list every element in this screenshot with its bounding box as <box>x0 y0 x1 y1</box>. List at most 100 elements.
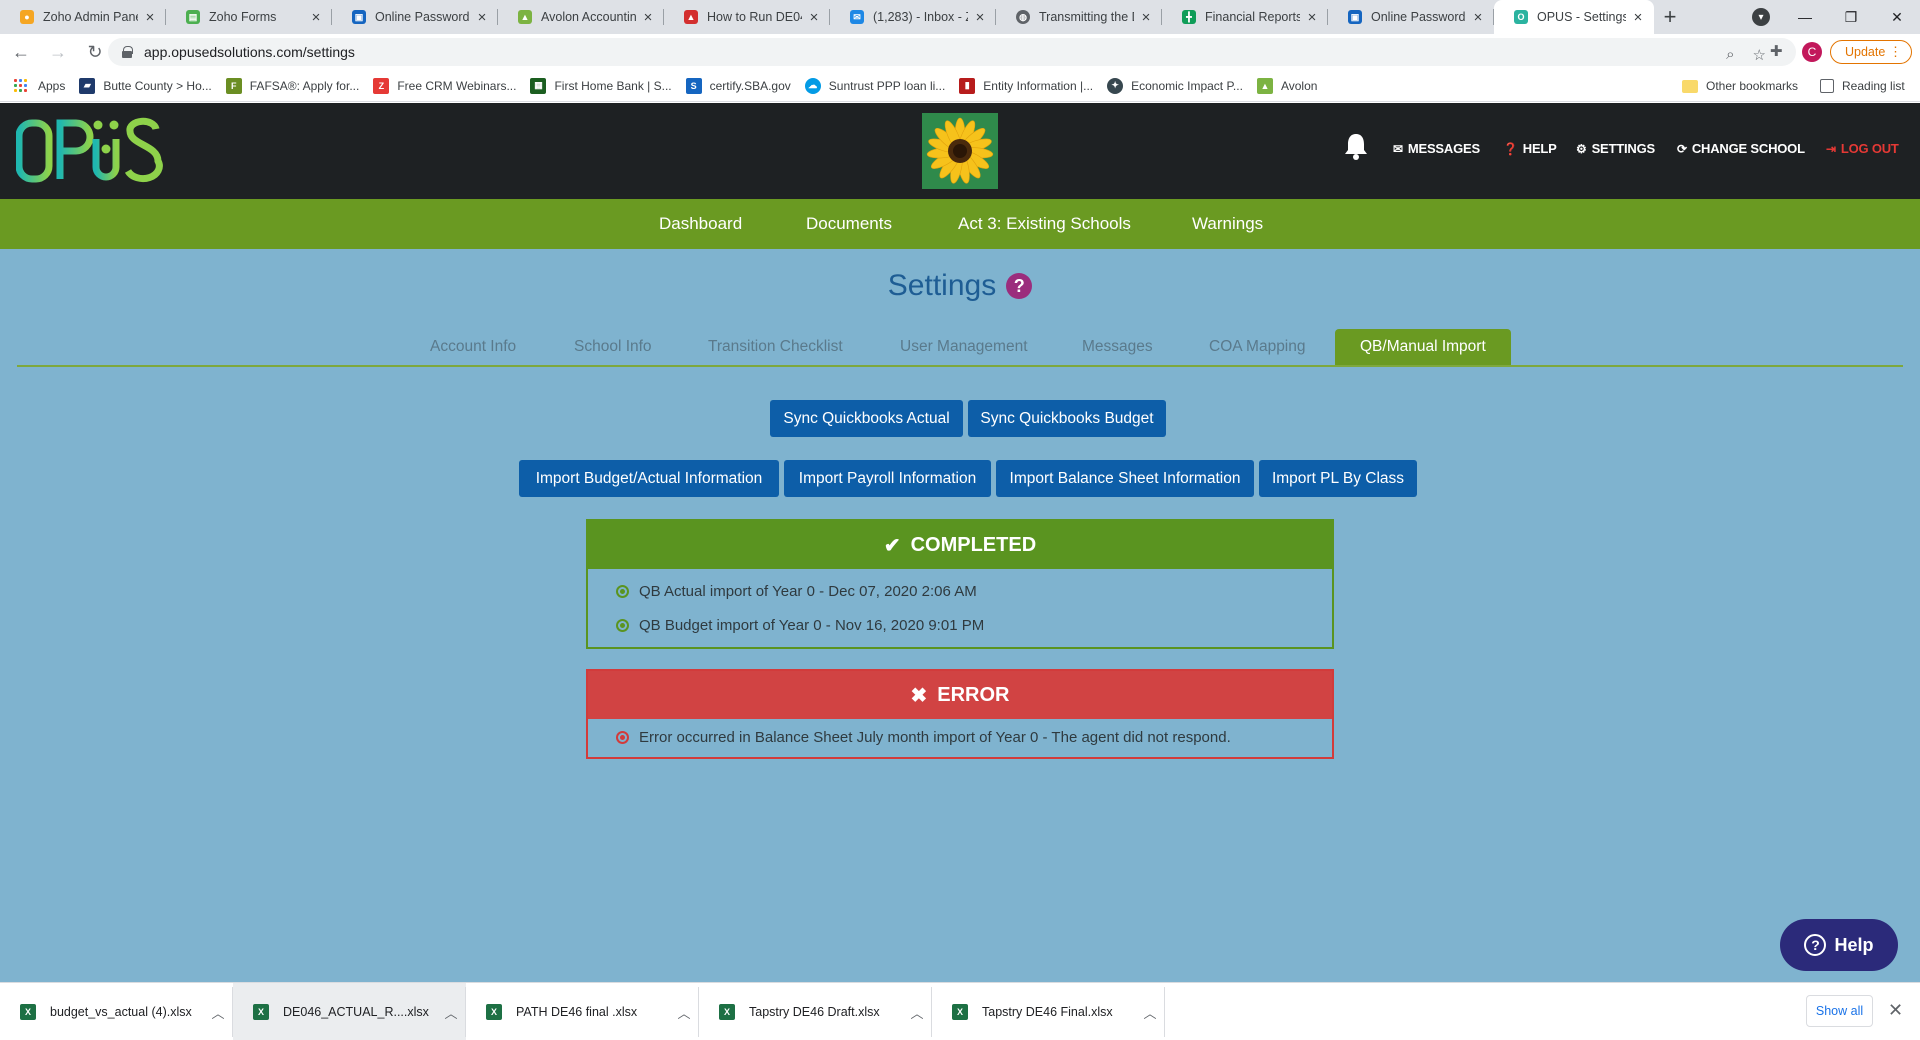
import-balance-sheet-button[interactable]: Import Balance Sheet Information <box>996 460 1254 497</box>
new-tab-button[interactable]: + <box>1654 0 1686 34</box>
nav-documents[interactable]: Documents <box>806 214 892 234</box>
browser-tab[interactable]: ╋ Financial Reports - × <box>1162 0 1328 34</box>
address-bar[interactable]: app.opusedsolutions.com/settings ⌕ ☆ <box>108 38 1796 66</box>
browser-tab[interactable]: ✉ (1,283) - Inbox - Zo × <box>830 0 996 34</box>
close-icon[interactable]: × <box>640 9 656 26</box>
help-link[interactable]: ❓ HELP <box>1503 141 1557 156</box>
chevron-up-icon[interactable]: ︿ <box>1135 1003 1165 1022</box>
tab-qb-manual-import[interactable]: QB/Manual Import <box>1335 329 1511 365</box>
browser-tab[interactable]: ◍ Transmitting the D × <box>996 0 1162 34</box>
bookmark-apps[interactable]: Apps <box>14 78 65 93</box>
close-icon[interactable]: × <box>1470 9 1486 26</box>
download-item[interactable]: X PATH DE46 final .xlsx ︿ <box>466 983 699 1040</box>
bell-icon[interactable] <box>1342 131 1370 161</box>
tab-coa-mapping[interactable]: COA Mapping <box>1209 329 1306 365</box>
bookmark-label: First Home Bank | S... <box>554 78 672 93</box>
import-pl-by-class-button[interactable]: Import PL By Class <box>1259 460 1417 497</box>
bookmark-item[interactable]: ✦ Economic Impact P... <box>1107 77 1243 94</box>
messages-link[interactable]: ✉ MESSAGES <box>1393 141 1480 156</box>
reload-icon[interactable]: ↻ <box>79 36 111 68</box>
browser-tab[interactable]: ▤ Zoho Forms × <box>166 0 332 34</box>
nav-warnings[interactable]: Warnings <box>1192 214 1263 234</box>
download-item[interactable]: X Tapstry DE46 Draft.xlsx ︿ <box>699 983 932 1040</box>
tab-title: (1,283) - Inbox - Zo <box>873 10 968 24</box>
sync-quickbooks-actual-button[interactable]: Sync Quickbooks Actual <box>770 400 963 437</box>
download-filename: DE046_ACTUAL_R....xlsx <box>283 1005 429 1019</box>
browser-tab-active[interactable]: O OPUS - Settings × <box>1494 0 1654 34</box>
download-item[interactable]: X DE046_ACTUAL_R....xlsx ︿ <box>233 983 466 1040</box>
forward-icon[interactable]: → <box>42 36 74 68</box>
close-icon[interactable]: × <box>474 9 490 26</box>
close-shelf-icon[interactable]: ✕ <box>1888 1000 1903 1021</box>
settings-content: Settings? Account Info School Info Trans… <box>0 249 1920 982</box>
back-icon[interactable]: ← <box>5 36 37 68</box>
settings-link[interactable]: ⚙ SETTINGS <box>1576 141 1655 156</box>
bookmark-item[interactable]: ▮ Entity Information |... <box>959 77 1093 94</box>
browser-tab[interactable]: ● Zoho Admin Panel × <box>0 0 166 34</box>
bookmark-item[interactable]: ▦ First Home Bank | S... <box>530 77 672 94</box>
password-icon: ▣ <box>352 10 366 24</box>
list-item: QB Actual import of Year 0 - Dec 07, 202… <box>588 574 1332 608</box>
zoom-icon[interactable]: ⌕ <box>1726 46 1734 64</box>
bookmark-item[interactable]: Z Free CRM Webinars... <box>373 77 516 94</box>
sync-quickbooks-budget-button[interactable]: Sync Quickbooks Budget <box>968 400 1166 437</box>
tab-title: Transmitting the D <box>1039 10 1134 24</box>
download-filename: Tapstry DE46 Draft.xlsx <box>749 1005 880 1019</box>
update-button[interactable]: Update ⋮ <box>1830 40 1912 64</box>
star-icon[interactable]: ☆ <box>1753 46 1766 64</box>
import-payroll-button[interactable]: Import Payroll Information <box>784 460 991 497</box>
bookmark-item[interactable]: S certify.SBA.gov <box>685 77 791 94</box>
completed-header: ✔ COMPLETED <box>588 521 1332 569</box>
change-school-link[interactable]: ⟳ CHANGE SCHOOL <box>1677 141 1805 156</box>
browser-tab[interactable]: ▲ Avolon Accounting × <box>498 0 664 34</box>
extensions-icon[interactable]: ✚ <box>1770 42 1783 60</box>
download-item[interactable]: X Tapstry DE46 Final.xlsx ︿ <box>932 983 1165 1040</box>
reading-list[interactable]: Reading list <box>1820 70 1905 102</box>
help-circle-icon[interactable]: ? <box>1006 273 1033 299</box>
chevron-up-icon[interactable]: ︿ <box>902 1003 932 1022</box>
logout-link[interactable]: ⇥ LOG OUT <box>1826 141 1899 156</box>
success-bullet-icon <box>616 618 629 632</box>
browser-tab[interactable]: ▲ How to Run DE046 × <box>664 0 830 34</box>
close-icon[interactable]: × <box>1138 9 1154 26</box>
tab-user-management[interactable]: User Management <box>900 329 1028 365</box>
tab-account-info[interactable]: Account Info <box>430 329 516 365</box>
opus-logo[interactable] <box>16 115 166 185</box>
forms-icon: ▤ <box>186 10 200 24</box>
window-close-icon[interactable]: ✕ <box>1874 0 1920 34</box>
tab-school-info[interactable]: School Info <box>574 329 652 365</box>
tab-search-icon[interactable]: ▾ <box>1752 8 1770 26</box>
minimize-icon[interactable]: — <box>1782 0 1828 34</box>
browser-tab[interactable]: ▣ Online Password M × <box>1328 0 1494 34</box>
bookmark-item[interactable]: ▲ Avolon <box>1256 77 1317 94</box>
import-budget-actual-button[interactable]: Import Budget/Actual Information <box>519 460 779 497</box>
restore-icon[interactable]: ❐ <box>1828 0 1874 34</box>
tab-messages[interactable]: Messages <box>1082 329 1153 365</box>
nav-act3-existing-schools[interactable]: Act 3: Existing Schools <box>958 214 1131 234</box>
folder-icon <box>1682 79 1698 93</box>
other-bookmarks[interactable]: Other bookmarks <box>1682 70 1798 102</box>
bookmark-label: Butte County > Ho... <box>103 78 212 93</box>
tab-transition-checklist[interactable]: Transition Checklist <box>708 329 843 365</box>
bookmark-item[interactable]: ☁ Suntrust PPP loan li... <box>804 77 945 94</box>
profile-avatar[interactable]: C <box>1802 42 1822 62</box>
download-item[interactable]: X budget_vs_actual (4).xlsx ︿ <box>0 983 233 1040</box>
nav-dashboard[interactable]: Dashboard <box>659 214 742 234</box>
close-icon[interactable]: × <box>1304 9 1320 26</box>
close-icon[interactable]: × <box>972 9 988 26</box>
bookmark-item[interactable]: F FAFSA®: Apply for... <box>225 77 359 94</box>
bookmark-item[interactable]: ▰ Butte County > Ho... <box>79 77 212 94</box>
browser-tab[interactable]: ▣ Online Password M × <box>332 0 498 34</box>
download-shelf: X budget_vs_actual (4).xlsx ︿ X DE046_AC… <box>0 982 1920 1040</box>
close-icon[interactable]: × <box>308 9 324 26</box>
chevron-up-icon[interactable]: ︿ <box>436 1003 466 1022</box>
help-widget-button[interactable]: ? Help <box>1780 919 1898 971</box>
chevron-up-icon[interactable]: ︿ <box>203 1003 233 1022</box>
close-icon[interactable]: × <box>806 9 822 26</box>
close-icon[interactable]: × <box>142 9 158 26</box>
url-text: app.opusedsolutions.com/settings <box>144 44 355 60</box>
show-all-downloads-button[interactable]: Show all <box>1806 995 1873 1027</box>
chevron-up-icon[interactable]: ︿ <box>669 1003 699 1022</box>
close-icon[interactable]: × <box>1630 9 1646 26</box>
bookmark-label: Economic Impact P... <box>1131 78 1243 93</box>
